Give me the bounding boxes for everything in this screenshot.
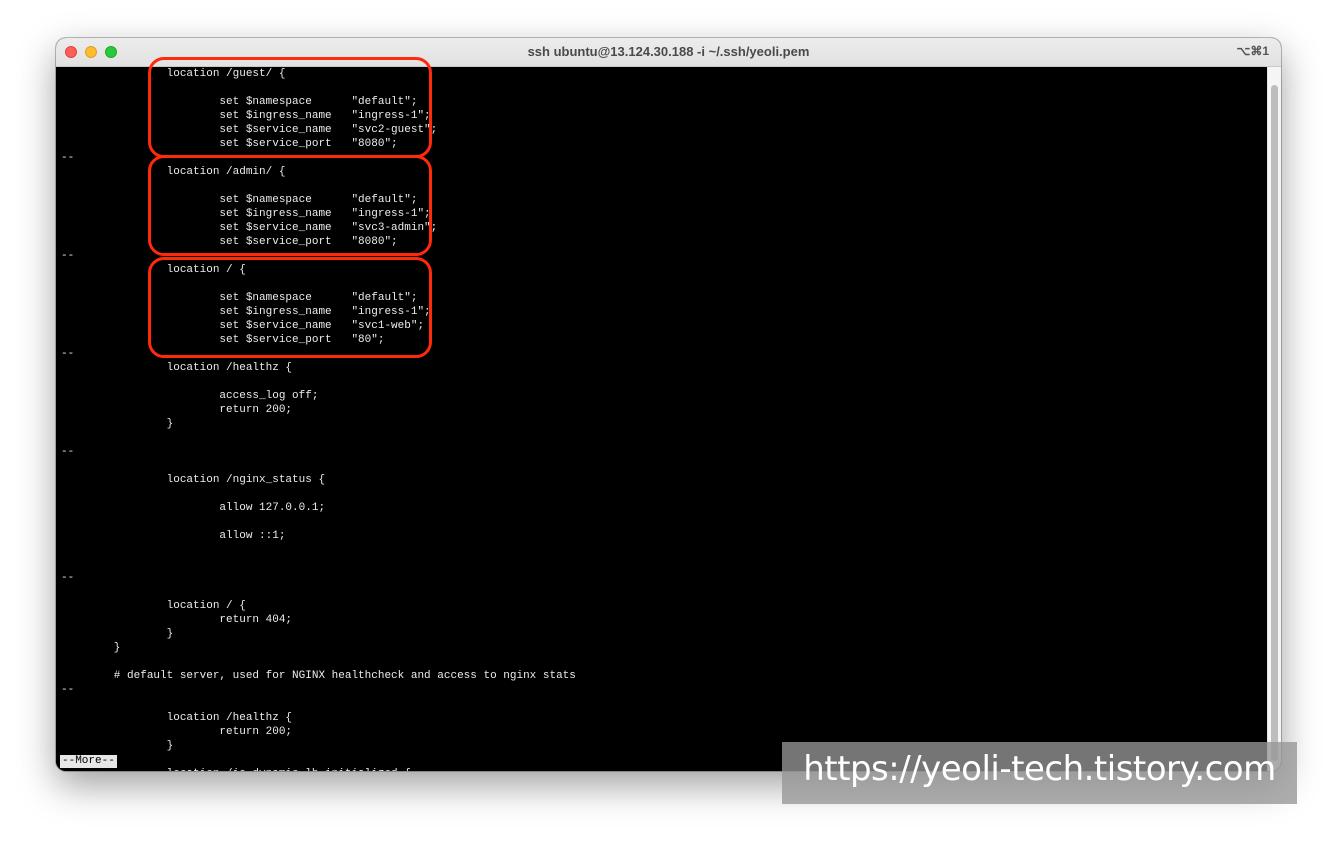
highlight-root-block xyxy=(148,257,432,358)
terminal-line: location / { xyxy=(61,600,246,612)
watermark-url: https://yeoli-tech.tistory.com xyxy=(782,742,1297,804)
terminal-line: allow 127.0.0.1; xyxy=(61,502,326,514)
terminal-line: return 200; xyxy=(61,404,293,416)
terminal-line: -- xyxy=(61,684,75,696)
vertical-scrollbar[interactable] xyxy=(1267,67,1281,771)
terminal-line: } xyxy=(61,642,121,654)
terminal-line: } xyxy=(61,418,174,430)
terminal-line: access_log off; xyxy=(61,390,319,402)
terminal-line: location /nginx_status { xyxy=(61,474,326,486)
window-shortcut: ⌥⌘1 xyxy=(1236,44,1269,58)
terminal-line: location /healthz { xyxy=(61,712,293,724)
terminal-line: return 404; xyxy=(61,614,293,626)
terminal-line: location /healthz { xyxy=(61,362,293,374)
terminal-line: -- xyxy=(61,446,75,458)
terminal-line: location /is-dynamic-lb-initialized { xyxy=(61,767,576,771)
highlight-guest-block xyxy=(148,57,432,158)
highlight-admin-block xyxy=(148,155,432,256)
terminal-line: allow ::1; xyxy=(61,530,286,542)
terminal-window: ssh ubuntu@13.124.30.188 -i ~/.ssh/yeoli… xyxy=(56,38,1281,771)
terminal-line: } xyxy=(61,740,174,752)
terminal-line: } xyxy=(61,628,174,640)
terminal-line: return 200; xyxy=(61,726,293,738)
terminal-line: -- xyxy=(61,572,75,584)
pager-more-prompt: --More-- xyxy=(60,755,117,768)
terminal-output[interactable]: location /guest/ { set $namespace "defau… xyxy=(56,57,1267,771)
scrollbar-thumb[interactable] xyxy=(1271,85,1278,761)
terminal-line: # default server, used for NGINX healthc… xyxy=(61,670,576,682)
